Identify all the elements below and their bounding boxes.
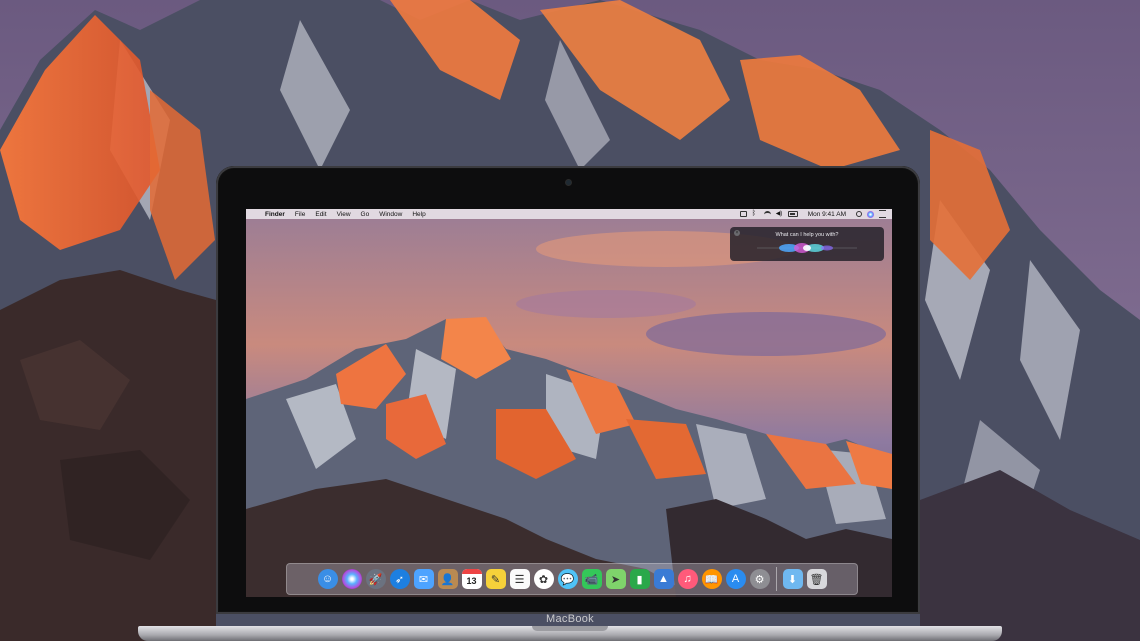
macbook-lid: Finder File Edit View Go Window Help ᛒ ◀… bbox=[216, 166, 920, 614]
desktop-wallpaper bbox=[246, 209, 892, 597]
notes-glyph: ✎ bbox=[490, 573, 501, 586]
mail-glyph: ✉ bbox=[418, 573, 429, 586]
facetime-camera bbox=[566, 180, 571, 185]
dock-downloads-folder-icon[interactable]: ⬇ bbox=[782, 569, 803, 589]
dock: ☺ 🚀 ➶ ✉ 👤 13 ✎ ☰ ✿ 💬 📹 ➤ ▮ ▲ ♫ 📖 A ⚙ ⬇ 🗑 bbox=[286, 563, 858, 595]
dock-notes-icon[interactable]: ✎ bbox=[485, 569, 506, 589]
keynote-glyph: ▲ bbox=[658, 573, 669, 585]
calendar-header-strip bbox=[461, 569, 482, 574]
launchpad-glyph: 🚀 bbox=[368, 573, 383, 586]
dock-messages-icon[interactable]: 💬 bbox=[557, 569, 578, 589]
dock-separator bbox=[775, 567, 777, 591]
siri-waveform-icon bbox=[757, 243, 857, 253]
finder-glyph: ☺ bbox=[321, 573, 334, 585]
dock-contacts-icon[interactable]: 👤 bbox=[437, 569, 458, 589]
dock-system-preferences-icon[interactable]: ⚙ bbox=[749, 569, 770, 589]
dock-ibooks-icon[interactable]: 📖 bbox=[701, 569, 722, 589]
dock-app-store-icon[interactable]: A bbox=[725, 569, 746, 589]
menu-view[interactable]: View bbox=[332, 211, 356, 218]
dock-trash-icon[interactable]: 🗑 bbox=[806, 569, 827, 589]
siri-panel: × What can I help you with? bbox=[730, 227, 884, 261]
downloads-folder-glyph: ⬇ bbox=[787, 573, 798, 586]
ibooks-glyph: 📖 bbox=[704, 573, 719, 586]
numbers-glyph: ▮ bbox=[636, 573, 643, 586]
dock-reminders-icon[interactable]: ☰ bbox=[509, 569, 530, 589]
dock-keynote-icon[interactable]: ▲ bbox=[653, 569, 674, 589]
dock-mail-icon[interactable]: ✉ bbox=[413, 569, 434, 589]
dock-facetime-icon[interactable]: 📹 bbox=[581, 569, 602, 589]
facetime-glyph: 📹 bbox=[584, 573, 599, 586]
dock-finder-icon[interactable]: ☺ bbox=[317, 569, 338, 589]
macbook-base bbox=[138, 626, 1002, 641]
dock-maps-icon[interactable]: ➤ bbox=[605, 569, 626, 589]
system-preferences-glyph: ⚙ bbox=[754, 573, 765, 586]
calendar-date-label: 13 bbox=[466, 576, 477, 586]
bluetooth-icon[interactable]: ᛒ bbox=[752, 210, 759, 217]
dock-photos-icon[interactable]: ✿ bbox=[533, 569, 554, 589]
photos-glyph: ✿ bbox=[538, 573, 549, 586]
dock-safari-icon[interactable]: ➶ bbox=[389, 569, 410, 589]
maps-glyph: ➤ bbox=[610, 573, 621, 586]
reminders-glyph: ☰ bbox=[514, 573, 525, 586]
siri-prompt-text: What can I help you with? bbox=[775, 232, 839, 238]
macbook-label: MacBook bbox=[546, 613, 594, 625]
trash-glyph: 🗑 bbox=[809, 573, 824, 586]
notification-center-icon[interactable] bbox=[879, 210, 886, 218]
menu-help[interactable]: Help bbox=[407, 211, 430, 218]
menu-finder[interactable]: Finder bbox=[260, 211, 290, 218]
battery-icon[interactable] bbox=[787, 211, 798, 217]
spotlight-search-icon[interactable] bbox=[856, 211, 862, 217]
app-store-glyph: A bbox=[731, 573, 740, 585]
contacts-glyph: 👤 bbox=[440, 573, 455, 586]
dock-calendar-icon[interactable]: 13 bbox=[461, 569, 482, 589]
siri-icon[interactable] bbox=[867, 210, 874, 218]
menu-edit[interactable]: Edit bbox=[310, 211, 331, 218]
itunes-glyph: ♫ bbox=[683, 573, 692, 585]
dock-numbers-icon[interactable]: ▮ bbox=[629, 569, 650, 589]
safari-glyph: ➶ bbox=[394, 573, 405, 586]
menu-file[interactable]: File bbox=[290, 211, 310, 218]
menu-bar: Finder File Edit View Go Window Help ᛒ ◀… bbox=[246, 209, 892, 219]
menu-extras: ᛒ ◀) Mon 9:41 AM bbox=[739, 210, 892, 218]
airplay-icon[interactable] bbox=[739, 211, 747, 217]
lid-opening-notch bbox=[532, 626, 608, 631]
menu-clock[interactable]: Mon 9:41 AM bbox=[803, 211, 851, 218]
wifi-icon[interactable] bbox=[763, 210, 771, 218]
dock-siri-icon[interactable] bbox=[341, 569, 362, 589]
menu-go[interactable]: Go bbox=[356, 211, 375, 218]
dock-launchpad-icon[interactable]: 🚀 bbox=[365, 569, 386, 589]
macbook-screen: Finder File Edit View Go Window Help ᛒ ◀… bbox=[246, 209, 892, 597]
menu-window[interactable]: Window bbox=[374, 211, 407, 218]
volume-icon[interactable]: ◀) bbox=[776, 211, 783, 217]
dock-itunes-icon[interactable]: ♫ bbox=[677, 569, 698, 589]
messages-glyph: 💬 bbox=[560, 573, 575, 586]
